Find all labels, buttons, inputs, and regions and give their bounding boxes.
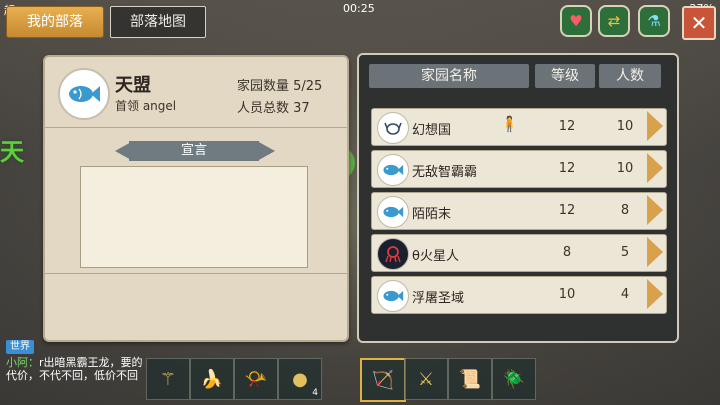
arrow-right-icon[interactable] <box>647 279 663 309</box>
home-count: 10 <box>616 119 634 134</box>
home-row[interactable]: 陌陌末 12 8 <box>371 192 667 230</box>
bug-icon: 🪲 <box>502 368 526 390</box>
home-row[interactable]: 浮屠圣域 10 4 <box>371 276 667 314</box>
chat-user: 小阿： <box>6 356 39 369</box>
home-level: 12 <box>558 203 576 218</box>
home-level: 12 <box>558 119 576 134</box>
fish-icon <box>377 280 409 312</box>
home-count: 5 <box>620 245 630 260</box>
hotbar-slot[interactable]: ⚚ <box>146 358 190 400</box>
hotbar-slot[interactable]: 📜 <box>448 358 492 400</box>
staff-icon: ⚚ <box>159 368 177 390</box>
home-row[interactable]: 幻想国 🧍 12 10 <box>371 108 667 146</box>
tribe-fish-icon <box>58 68 110 120</box>
hotbar-slot[interactable]: 🪲 <box>492 358 536 400</box>
fish-icon <box>377 154 409 186</box>
arrow-right-icon[interactable] <box>647 153 663 183</box>
arrow-right-icon[interactable] <box>647 237 663 267</box>
heart-icon[interactable]: ♥ <box>560 5 592 37</box>
home-count: 8 <box>620 203 630 218</box>
bun-icon: ● <box>292 368 308 390</box>
chat-message: 小阿：r出暗黑霸王龙，要的代价，不代不回，低价不回 <box>6 356 146 382</box>
declaration-header: 宣言 <box>115 141 275 161</box>
header-home-name: 家园名称 <box>369 64 529 88</box>
wand-icon: ⚔ <box>417 368 435 390</box>
horn-icon: 📯 <box>244 368 268 390</box>
divider <box>45 273 347 274</box>
crab-icon <box>377 112 409 144</box>
arrow-right-icon[interactable] <box>647 111 663 141</box>
tribe-name: 天盟 <box>115 75 151 96</box>
hotbar-slot-selected[interactable]: 🏹 <box>360 358 406 402</box>
scroll-icon: 📜 <box>458 368 482 390</box>
stack-count: 4 <box>312 388 318 398</box>
arrow-right-icon[interactable] <box>647 195 663 225</box>
declaration-title: 宣言 <box>129 141 259 161</box>
tribe-info-panel: 天盟 首领 angel 家园数量 5/25 人员总数 37 宣言 <box>43 55 349 342</box>
home-count: 4 <box>620 287 630 302</box>
hotbar-slot[interactable]: 📯 <box>234 358 278 400</box>
banana-icon: 🍌 <box>200 368 224 390</box>
tab-tribe-map[interactable]: 部落地图 <box>110 6 206 38</box>
home-level: 12 <box>558 161 576 176</box>
declaration-text-box[interactable] <box>80 166 308 268</box>
home-level: 10 <box>558 287 576 302</box>
home-row[interactable]: θ火星人 8 5 <box>371 234 667 272</box>
tribe-leader: 首领 angel <box>115 99 177 113</box>
swap-icon[interactable]: ⇄ <box>598 5 630 37</box>
octopus-icon <box>377 238 409 270</box>
home-name: 浮屠圣域 <box>412 291 465 306</box>
close-button[interactable]: ✕ <box>682 6 716 40</box>
home-count: 家园数量 5/25 <box>237 79 323 94</box>
chat-channel-tag[interactable]: 世界 <box>6 340 34 354</box>
divider <box>45 127 347 128</box>
header-count: 人数 <box>599 64 661 88</box>
home-name: θ火星人 <box>412 249 459 264</box>
home-list-panel: 家园名称 等级 人数 幻想国 🧍 12 10 无敌智霸霸 12 10 陌陌末 1… <box>357 53 679 343</box>
background-glyph: 天 <box>0 138 24 166</box>
home-name: 陌陌末 <box>412 207 452 222</box>
home-name: 幻想国 <box>412 123 452 138</box>
home-level: 8 <box>562 245 572 260</box>
crossbow-icon: 🏹 <box>371 369 395 391</box>
clock: 00:25 <box>343 2 375 15</box>
potion-icon[interactable]: ⚗ <box>638 5 670 37</box>
person-icon: 🧍 <box>500 115 519 133</box>
tab-my-tribe[interactable]: 我的部落 <box>6 6 104 38</box>
hotbar-slot[interactable]: ● 4 <box>278 358 322 400</box>
fish-icon <box>377 196 409 228</box>
home-row[interactable]: 无敌智霸霸 12 10 <box>371 150 667 188</box>
home-name: 无敌智霸霸 <box>412 165 478 180</box>
hotbar-slot[interactable]: ⚔ <box>404 358 448 400</box>
hotbar-slot[interactable]: 🍌 <box>190 358 234 400</box>
header-level: 等级 <box>535 64 595 88</box>
home-count: 10 <box>616 161 634 176</box>
member-total: 人员总数 37 <box>237 101 310 116</box>
